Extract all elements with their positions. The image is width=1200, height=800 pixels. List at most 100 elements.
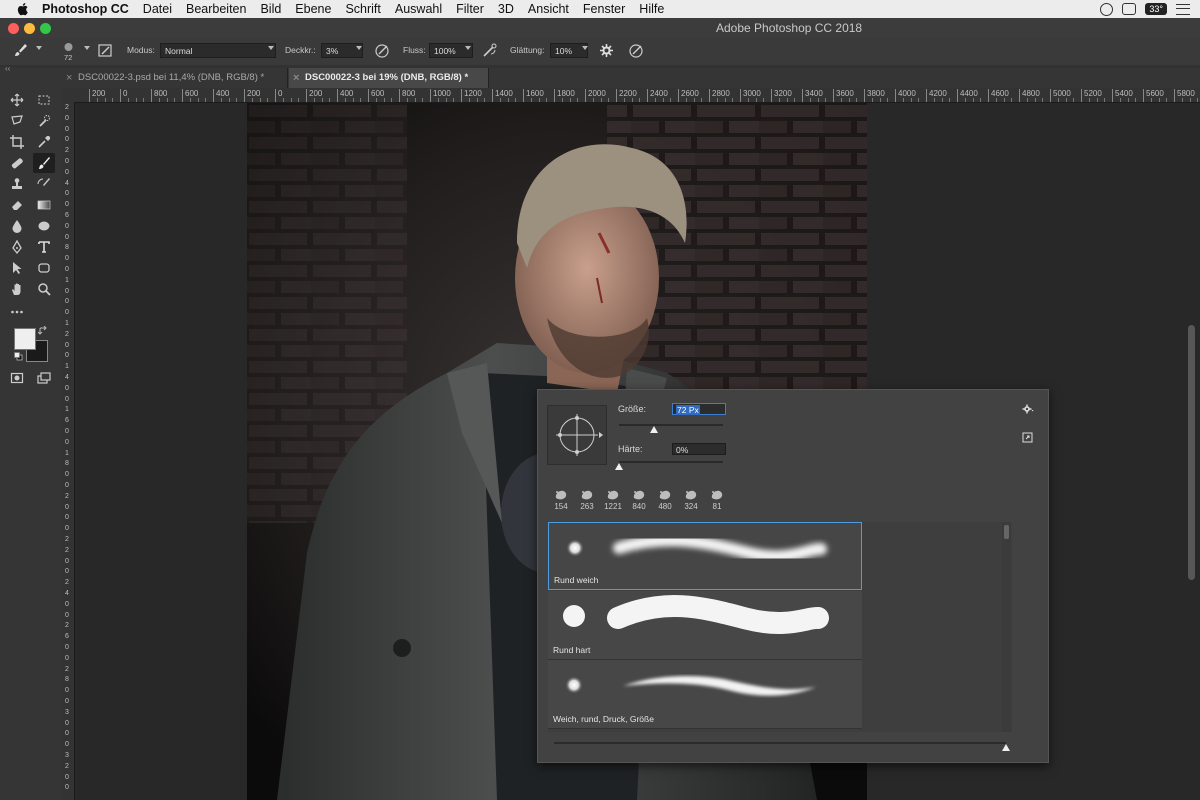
eyedropper-tool[interactable] — [33, 132, 55, 152]
tab-close-icon[interactable]: × — [293, 68, 299, 88]
ruler-minor-tick — [143, 98, 145, 102]
recent-brush-2[interactable]: 263 — [576, 489, 598, 515]
gear-icon[interactable] — [1022, 403, 1034, 415]
recent-brush-3[interactable]: 1221 — [602, 489, 624, 515]
tab-document-1[interactable]: × DSC00022-3.psd bei 11,4% (DNB, RGB/8) … — [62, 68, 288, 88]
gradient-tool[interactable] — [33, 195, 55, 215]
ruler-tick-label: 2 — [65, 665, 69, 673]
brush-tool[interactable] — [33, 153, 55, 173]
recent-brush-1[interactable]: 154 — [550, 489, 572, 515]
brush-preset-hard-round[interactable]: Rund hart — [548, 591, 862, 660]
recent-brush-7[interactable]: 81 — [706, 489, 728, 515]
ruler-minor-tick — [298, 98, 300, 102]
screen-mode-button[interactable] — [33, 368, 55, 388]
app-menu[interactable]: Photoshop CC — [42, 2, 129, 16]
default-colors-icon[interactable] — [14, 352, 23, 361]
path-selection-tool[interactable] — [6, 258, 28, 278]
size-input[interactable]: 72 Px — [672, 403, 726, 415]
ruler-tick-label: 0 — [65, 611, 69, 619]
blur-tool[interactable] — [6, 216, 28, 236]
ruler-minor-tick — [1042, 98, 1044, 102]
vertical-scrollbar[interactable] — [1188, 325, 1195, 580]
type-tool[interactable] — [33, 237, 55, 257]
menu-fenster[interactable]: Fenster — [583, 2, 625, 16]
size-slider-track[interactable] — [619, 424, 723, 426]
preset-chevron-down-icon[interactable] — [36, 46, 42, 50]
recent-brush-5[interactable]: 480 — [654, 489, 676, 515]
quick-selection-tool[interactable] — [33, 111, 55, 131]
brush-settings-panel-icon[interactable] — [97, 42, 114, 59]
lasso-tool[interactable] — [6, 111, 28, 131]
pen-tool[interactable] — [6, 237, 28, 257]
brush-list-scrollbar[interactable] — [1002, 522, 1011, 732]
brush-preset-soft-round-pressure[interactable]: Weich, rund, Druck, Größe — [548, 660, 862, 729]
minimize-window-button[interactable] — [24, 23, 35, 34]
hand-tool[interactable] — [6, 279, 28, 299]
ruler-tick-label: 3 — [65, 752, 69, 759]
size-slider-thumb[interactable] — [650, 426, 659, 433]
menu-ansicht[interactable]: Ansicht — [528, 2, 569, 16]
menu-ebene[interactable]: Ebene — [295, 2, 331, 16]
smoothing-chevron-down-icon[interactable] — [582, 46, 588, 50]
brush-tool-preset-icon[interactable] — [12, 42, 29, 59]
clone-stamp-tool[interactable] — [6, 174, 28, 194]
temperature-badge[interactable]: 33° — [1145, 3, 1167, 15]
record-icon[interactable] — [1100, 2, 1114, 16]
tab-document-2[interactable]: × DSC00022-3 bei 19% (DNB, RGB/8) * — [289, 68, 489, 88]
ruler-tick-label: 0 — [65, 352, 69, 360]
close-window-button[interactable] — [8, 23, 19, 34]
quick-mask-button[interactable] — [6, 368, 28, 388]
smoothing-label: Glättung: — [510, 45, 545, 55]
pressure-opacity-icon[interactable] — [374, 42, 391, 59]
ruler-tick-label: 200 — [305, 89, 323, 102]
opacity-chevron-down-icon[interactable] — [356, 46, 362, 50]
menu-list-icon[interactable] — [1176, 3, 1190, 15]
marquee-tool[interactable] — [33, 90, 55, 110]
menu-filter[interactable]: Filter — [456, 2, 484, 16]
ruler-minor-tick — [941, 98, 943, 102]
menu-hilfe[interactable]: Hilfe — [639, 2, 664, 16]
display-icon[interactable] — [1122, 3, 1137, 15]
foreground-color-swatch[interactable] — [14, 328, 36, 350]
mode-select[interactable]: Normal — [160, 43, 276, 58]
zoom-tool[interactable] — [33, 279, 55, 299]
tab-close-icon[interactable]: × — [66, 68, 72, 88]
zoom-window-button[interactable] — [40, 23, 51, 34]
hardness-input[interactable]: 0% — [672, 443, 726, 455]
dodge-tool[interactable] — [33, 216, 55, 236]
mode-chevron-down-icon[interactable] — [268, 46, 274, 50]
recent-brush-4[interactable]: 840 — [628, 489, 650, 515]
new-preset-icon[interactable] — [1022, 432, 1033, 443]
preview-size-slider[interactable] — [554, 742, 1006, 744]
preview-size-slider-thumb[interactable] — [1002, 744, 1010, 751]
pressure-size-icon[interactable] — [628, 42, 645, 59]
move-tool[interactable] — [6, 90, 28, 110]
airbrush-icon[interactable] — [481, 42, 498, 59]
eraser-tool[interactable] — [6, 195, 28, 215]
shape-tool[interactable] — [33, 258, 55, 278]
edit-toolbar-button[interactable] — [6, 302, 28, 322]
recent-brush-6[interactable]: 324 — [680, 489, 702, 515]
menu-auswahl[interactable]: Auswahl — [395, 2, 442, 16]
ruler-tick-label: 8 — [65, 244, 69, 252]
collapse-panels-icon[interactable]: ‹‹ — [5, 64, 10, 73]
menu-schrift[interactable]: Schrift — [345, 2, 380, 16]
flow-chevron-down-icon[interactable] — [465, 46, 471, 50]
healing-brush-tool[interactable] — [6, 153, 28, 173]
menu-datei[interactable]: Datei — [143, 2, 172, 16]
ruler-tick-label: 0 — [65, 395, 69, 403]
brush-list-scroll-thumb[interactable] — [1004, 525, 1009, 539]
menu-bearbeiten[interactable]: Bearbeiten — [186, 2, 246, 16]
history-brush-tool[interactable] — [33, 174, 55, 194]
hardness-slider-track[interactable] — [619, 461, 723, 463]
swap-colors-icon[interactable] — [38, 326, 48, 336]
crop-tool[interactable] — [6, 132, 28, 152]
apple-icon[interactable] — [16, 2, 30, 16]
hardness-slider-thumb[interactable] — [615, 463, 623, 470]
brush-angle-preview[interactable] — [547, 405, 607, 465]
gear-icon[interactable] — [598, 42, 615, 59]
brush-chevron-down-icon[interactable] — [84, 46, 90, 50]
brush-preset-soft-round[interactable]: Rund weich — [548, 522, 862, 590]
menu-3d[interactable]: 3D — [498, 2, 514, 16]
menu-bild[interactable]: Bild — [260, 2, 281, 16]
